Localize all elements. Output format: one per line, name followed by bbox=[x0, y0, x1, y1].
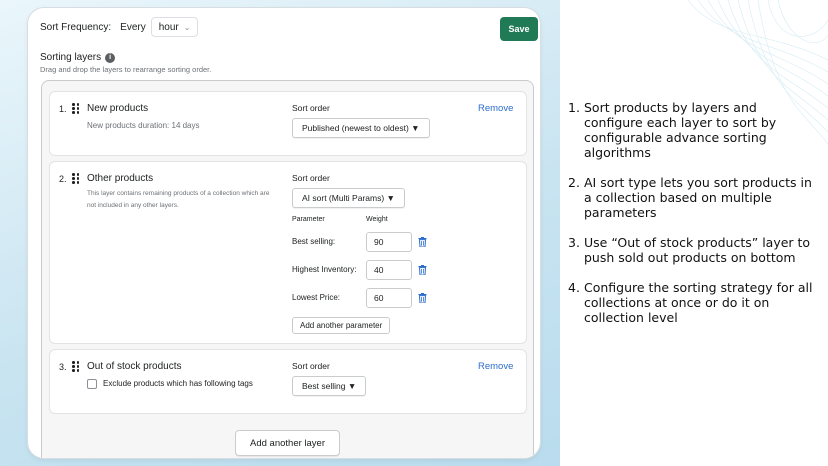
exclude-tags-checkbox[interactable] bbox=[87, 379, 97, 389]
weight-input[interactable]: 40 bbox=[366, 260, 412, 280]
add-layer-button[interactable]: Add another layer bbox=[235, 430, 340, 456]
sorting-layers-subtitle: Drag and drop the layers to rearrange so… bbox=[40, 65, 212, 74]
sort-order-label: Sort order bbox=[292, 173, 330, 183]
drag-handle-icon[interactable] bbox=[72, 103, 80, 114]
trash-icon[interactable] bbox=[418, 237, 427, 247]
note-number: 2. bbox=[568, 175, 580, 190]
frequency-unit-select[interactable]: hour ⌄ bbox=[150, 17, 199, 37]
feature-note: 3. Use “Out of stock products” layer to … bbox=[568, 235, 818, 265]
layer-description: New products duration: 14 days bbox=[87, 121, 200, 130]
weight-input[interactable]: 90 bbox=[366, 232, 412, 252]
feature-notes-list: 1. Sort products by layers and configure… bbox=[568, 100, 818, 340]
info-icon[interactable]: i bbox=[105, 52, 116, 63]
layers-container: 1. New products New products duration: 1… bbox=[41, 80, 534, 458]
sort-order-select[interactable]: AI sort (Multi Params) ▼ bbox=[292, 188, 405, 208]
add-parameter-button[interactable]: Add another parameter bbox=[292, 317, 391, 334]
layer-card-other-products: 2. Other products This layer contains re… bbox=[50, 162, 526, 343]
sort-order-select[interactable]: Best selling ▼ bbox=[292, 376, 367, 396]
app-window: Sort Frequency: Every hour ⌄ Save Sortin… bbox=[28, 8, 540, 458]
parameter-column-header: Parameter bbox=[292, 216, 325, 223]
note-text: Configure the sorting strategy for all c… bbox=[584, 280, 813, 325]
save-button[interactable]: Save bbox=[500, 17, 538, 41]
feature-note: 2. AI sort type lets you sort products i… bbox=[568, 175, 818, 220]
layer-number: 3. bbox=[59, 362, 67, 372]
weight-column-header: Weight bbox=[366, 216, 388, 223]
sort-order-label: Sort order bbox=[292, 361, 330, 371]
sort-order-label: Sort order bbox=[292, 103, 330, 113]
every-label: Every bbox=[120, 21, 146, 33]
layer-name: Out of stock products bbox=[87, 361, 182, 372]
remove-layer-link[interactable]: Remove bbox=[478, 103, 513, 114]
parameter-label: Lowest Price: bbox=[292, 293, 341, 302]
sorting-layers-title: Sorting layers bbox=[40, 52, 102, 63]
sort-frequency-row: Sort Frequency: Every hour ⌄ bbox=[40, 17, 199, 37]
trash-icon[interactable] bbox=[418, 293, 427, 303]
sort-frequency-label: Sort Frequency: bbox=[40, 21, 112, 33]
parameter-label: Best selling: bbox=[292, 237, 336, 246]
chevron-down-icon: ⌄ bbox=[183, 22, 191, 32]
note-number: 4. bbox=[568, 280, 580, 295]
layer-card-out-of-stock: 3. Out of stock products Exclude product… bbox=[50, 350, 526, 413]
note-text: AI sort type lets you sort products in a… bbox=[584, 175, 812, 220]
frequency-unit-value: hour bbox=[158, 21, 179, 33]
trash-icon[interactable] bbox=[418, 265, 427, 275]
note-number: 1. bbox=[568, 100, 580, 115]
sorting-layers-heading: Sorting layers i bbox=[40, 52, 116, 63]
remove-layer-link[interactable]: Remove bbox=[478, 361, 513, 372]
exclude-tags-label: Exclude products which has following tag… bbox=[103, 379, 253, 388]
note-number: 3. bbox=[568, 235, 580, 250]
layer-number: 1. bbox=[59, 104, 67, 114]
note-text: Use “Out of stock products” layer to pus… bbox=[584, 235, 811, 265]
layer-card-new-products: 1. New products New products duration: 1… bbox=[50, 92, 526, 155]
drag-handle-icon[interactable] bbox=[72, 361, 80, 372]
feature-note: 1. Sort products by layers and configure… bbox=[568, 100, 818, 160]
weight-input[interactable]: 60 bbox=[366, 288, 412, 308]
feature-note: 4. Configure the sorting strategy for al… bbox=[568, 280, 818, 325]
sort-order-select[interactable]: Published (newest to oldest) ▼ bbox=[292, 118, 430, 138]
drag-handle-icon[interactable] bbox=[72, 173, 80, 184]
layer-name: New products bbox=[87, 103, 149, 114]
layer-name: Other products bbox=[87, 173, 154, 184]
layer-description: This layer contains remaining products o… bbox=[87, 190, 270, 209]
layer-number: 2. bbox=[59, 174, 67, 184]
parameter-label: Highest Inventory: bbox=[292, 265, 357, 274]
note-text: Sort products by layers and configure ea… bbox=[584, 100, 777, 160]
